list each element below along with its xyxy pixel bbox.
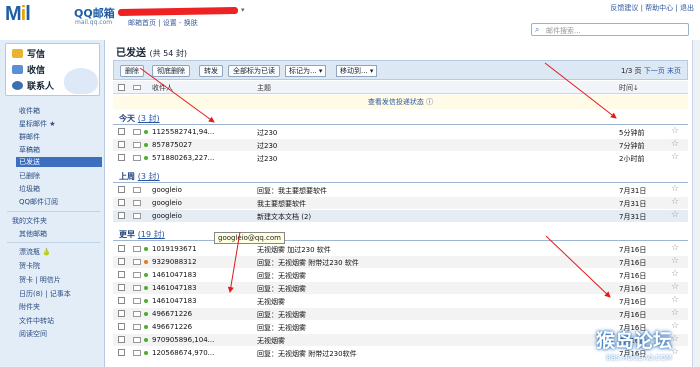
watermark-url: BBS.HOUDAO.COM [606,354,672,362]
watermark-logo: 猴岛论坛 [596,330,673,352]
annotation-arrows [139,62,617,298]
arrow-to-earlier-time [545,235,611,298]
arrow-to-recipient [139,67,215,123]
arrow-to-time [544,62,617,119]
arrow-to-earlier [227,231,241,293]
